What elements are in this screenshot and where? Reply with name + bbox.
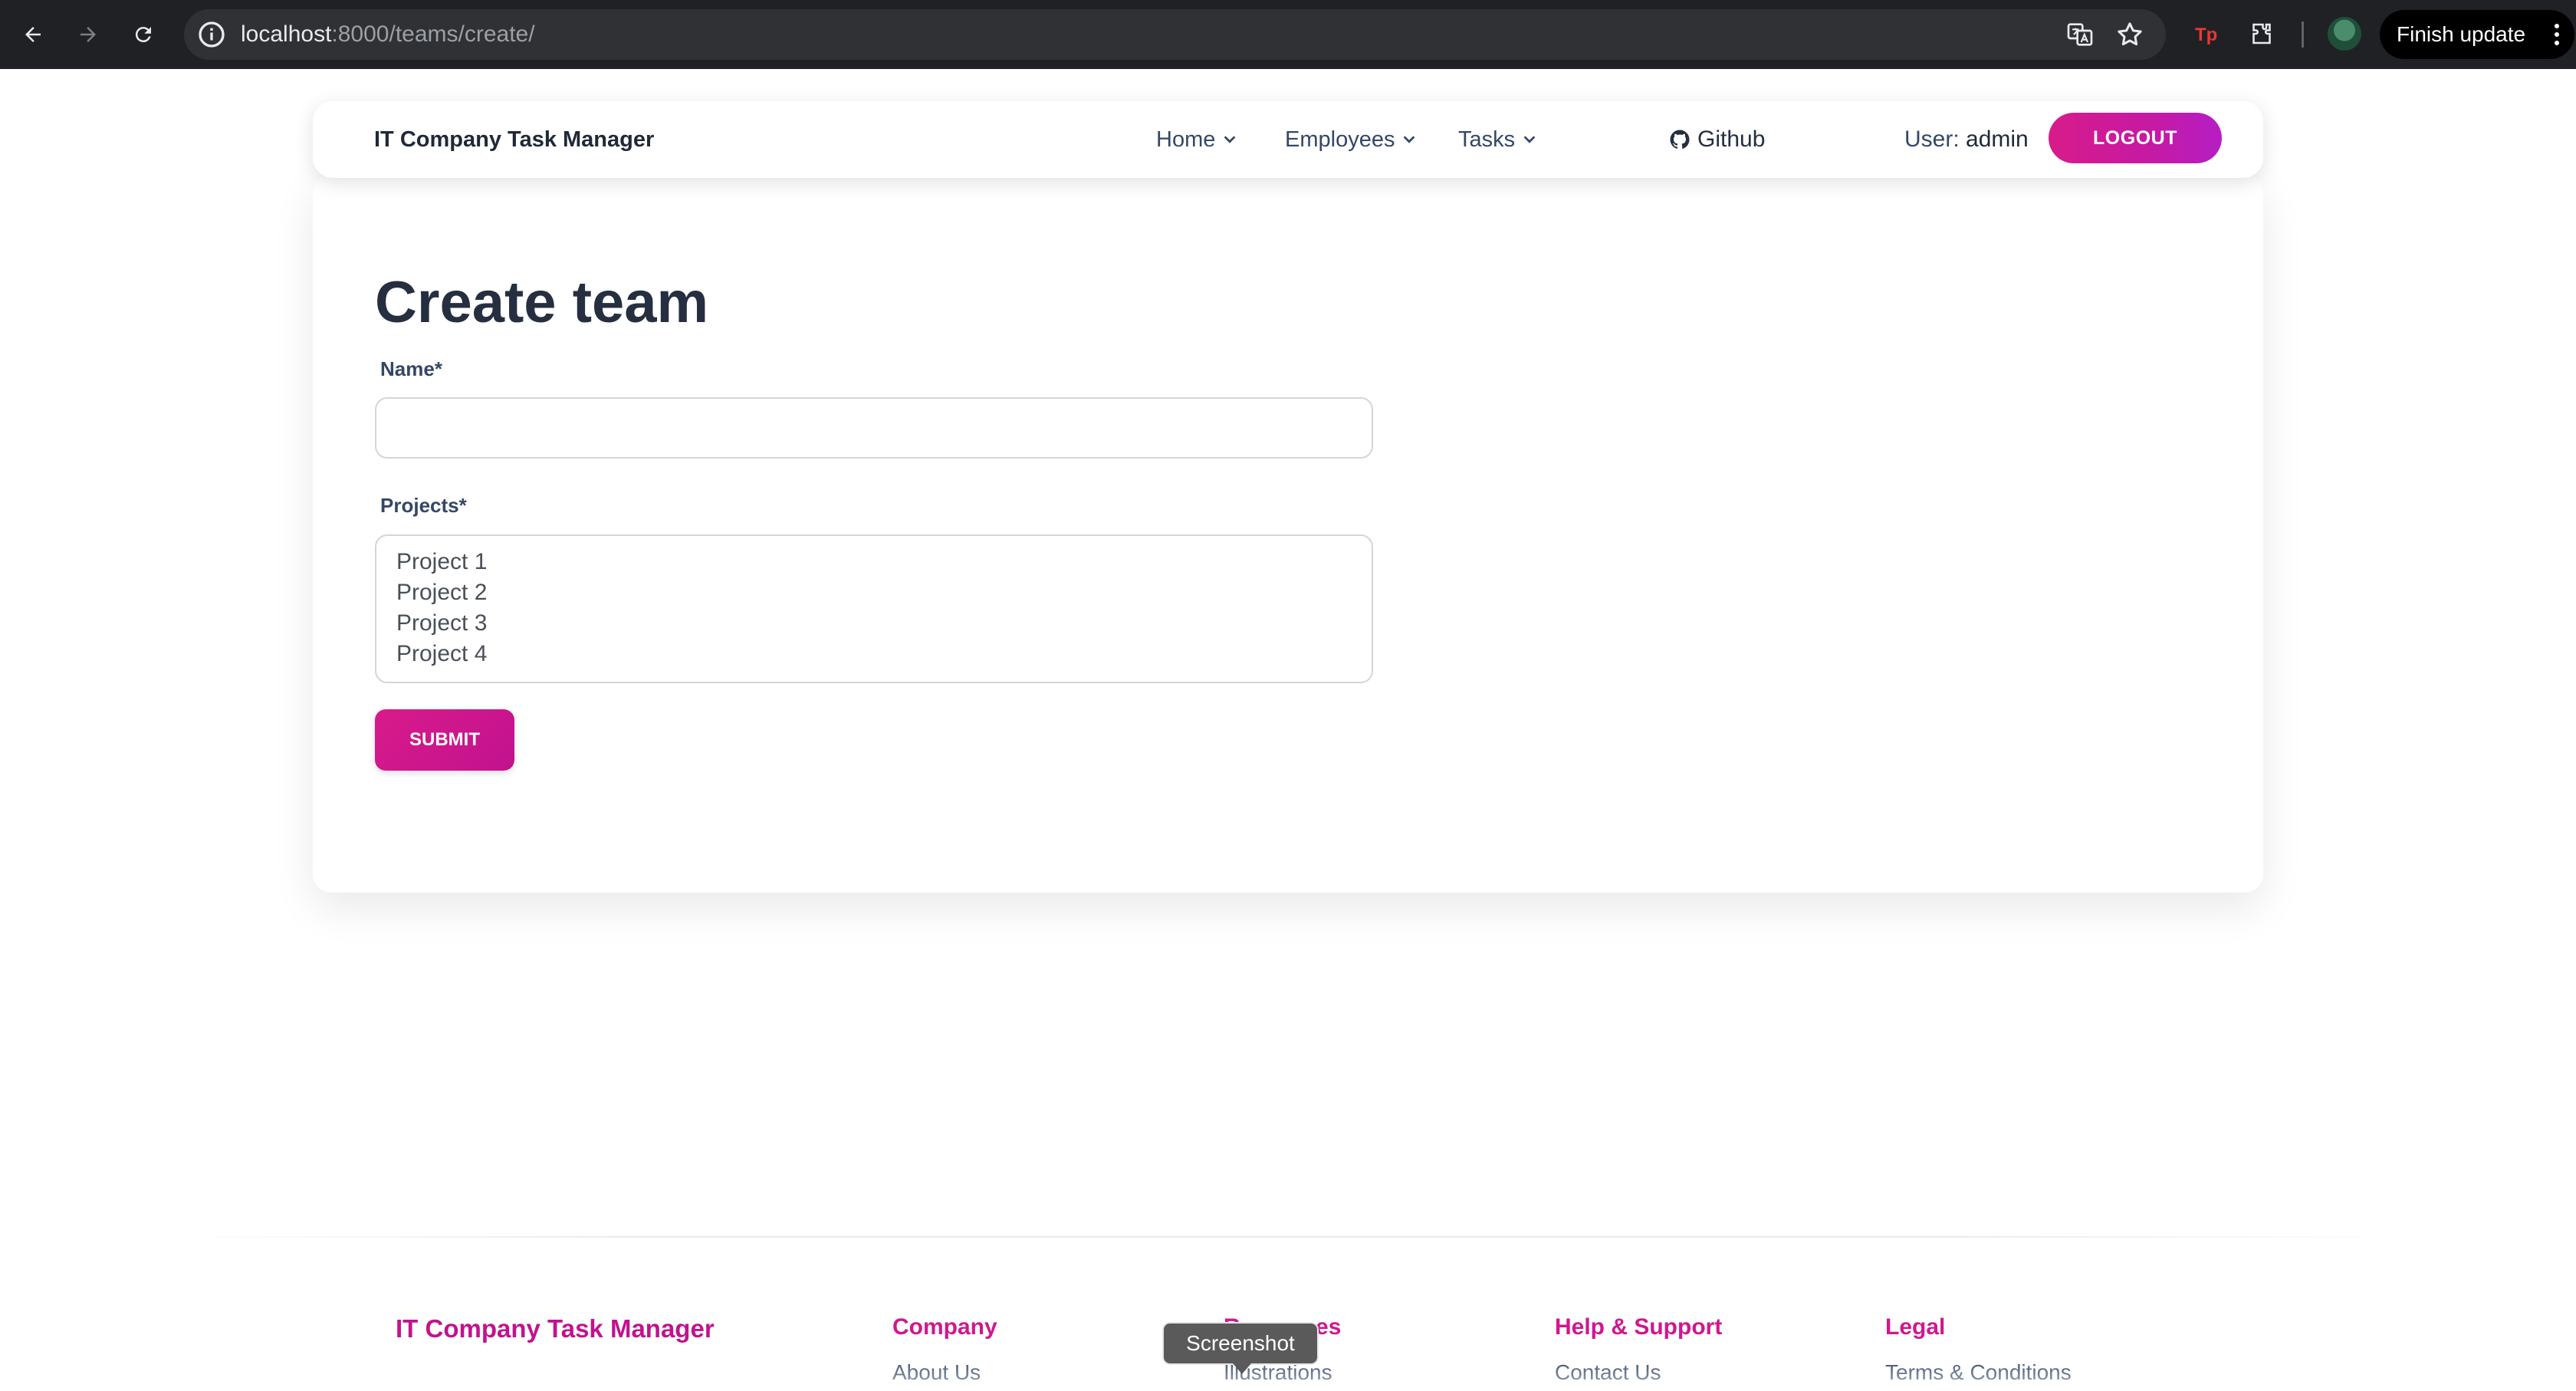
chevron-down-icon bbox=[1404, 136, 1415, 143]
nav-home[interactable]: Home bbox=[1156, 101, 1238, 178]
bookmark-star-icon[interactable] bbox=[2114, 19, 2145, 50]
project-option[interactable]: Project 1 bbox=[396, 547, 1352, 577]
nav-tasks-label: Tasks bbox=[1458, 127, 1516, 152]
user-prefix: User: bbox=[1904, 127, 1960, 152]
chevron-down-icon bbox=[1523, 136, 1536, 143]
submit-button[interactable]: SUBMIT bbox=[375, 709, 514, 771]
current-user: User: admin bbox=[1904, 101, 2029, 178]
nav-home-label: Home bbox=[1156, 127, 1216, 152]
extension-tp-icon[interactable]: Tp bbox=[2190, 17, 2223, 51]
url-path: :8000/teams/create/ bbox=[331, 21, 535, 47]
profile-avatar[interactable] bbox=[2328, 17, 2361, 51]
address-bar[interactable]: localhost:8000/teams/create/ bbox=[184, 9, 2166, 60]
finish-update-label: Finish update bbox=[2397, 22, 2526, 46]
logout-button[interactable]: LOGOUT bbox=[2049, 113, 2222, 163]
github-label: Github bbox=[1697, 127, 1766, 152]
projects-multiselect[interactable]: Project 1 Project 2 Project 3 Project 4 bbox=[375, 534, 1373, 683]
footer-help-title: Help & Support bbox=[1555, 1314, 1723, 1340]
project-option[interactable]: Project 2 bbox=[396, 577, 1352, 608]
finish-update-button[interactable]: Finish update bbox=[2380, 10, 2574, 59]
footer-brand[interactable]: IT Company Task Manager bbox=[396, 1314, 715, 1343]
reload-icon[interactable] bbox=[126, 17, 161, 52]
footer-legal-title: Legal bbox=[1885, 1314, 1946, 1340]
nav-tasks[interactable]: Tasks bbox=[1458, 101, 1538, 178]
screenshot-tooltip: Screenshot bbox=[1162, 1322, 1319, 1374]
translate-icon[interactable] bbox=[2065, 19, 2095, 50]
nav-employees[interactable]: Employees bbox=[1285, 101, 1418, 178]
toolbar-divider bbox=[2302, 21, 2304, 48]
url-host: localhost bbox=[241, 21, 332, 47]
forward-icon[interactable] bbox=[71, 17, 106, 52]
url-text[interactable]: localhost:8000/teams/create/ bbox=[241, 9, 535, 60]
browser-toolbar: localhost:8000/teams/create/ Tp Finish u… bbox=[0, 0, 2576, 69]
footer-link-contact-us[interactable]: Contact Us bbox=[1555, 1360, 1661, 1385]
footer-link-about-us[interactable]: About Us bbox=[892, 1360, 981, 1385]
project-option[interactable]: Project 4 bbox=[396, 639, 1352, 669]
chevron-down-icon bbox=[1224, 136, 1236, 143]
top-navbar: IT Company Task Manager Home Employees T… bbox=[313, 101, 2263, 178]
project-option[interactable]: Project 3 bbox=[396, 608, 1352, 639]
footer-company-title: Company bbox=[892, 1314, 997, 1340]
svg-text:Tp: Tp bbox=[2195, 25, 2217, 45]
nav-employees-label: Employees bbox=[1285, 127, 1395, 152]
footer-divider bbox=[161, 1236, 2415, 1238]
navbar-brand[interactable]: IT Company Task Manager bbox=[374, 101, 654, 178]
projects-label: Projects* bbox=[380, 494, 467, 517]
page-title: Create team bbox=[375, 270, 709, 335]
back-icon[interactable] bbox=[15, 17, 51, 52]
more-menu-icon[interactable] bbox=[2553, 22, 2561, 47]
site-info-icon[interactable] bbox=[196, 19, 227, 50]
name-label: Name* bbox=[380, 357, 442, 380]
github-link[interactable]: Github bbox=[1668, 101, 1765, 178]
extensions-puzzle-icon[interactable] bbox=[2245, 17, 2279, 51]
github-icon bbox=[1670, 130, 1690, 149]
footer-link-terms[interactable]: Terms & Conditions bbox=[1885, 1360, 2072, 1385]
username: admin bbox=[1966, 127, 2029, 152]
name-input[interactable] bbox=[375, 397, 1373, 459]
